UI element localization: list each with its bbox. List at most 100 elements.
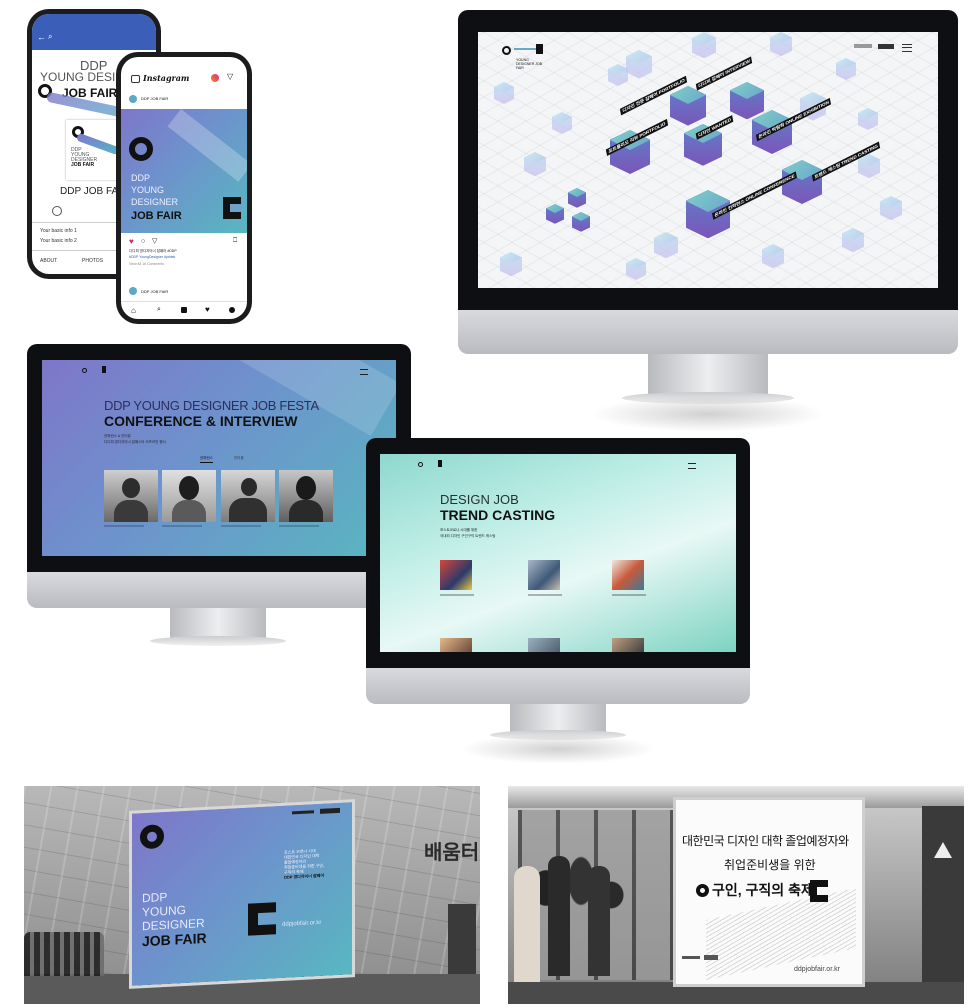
billboard-1-date bbox=[292, 810, 314, 815]
messenger-icon[interactable] bbox=[52, 206, 62, 216]
send-icon[interactable]: ▽ bbox=[227, 72, 233, 81]
trend-caption-1 bbox=[440, 594, 474, 612]
share-icon[interactable]: ▽ bbox=[152, 237, 157, 245]
post-account-name-2[interactable]: DDP JOB FAIR bbox=[141, 289, 168, 294]
monitor-2-title-1: DDP YOUNG DESIGNER JOB FESTA bbox=[104, 398, 319, 413]
reels-icon[interactable] bbox=[181, 307, 187, 313]
tab-conference[interactable]: 컨퍼런스 bbox=[200, 456, 213, 463]
monitor-3-hamburger-icon[interactable] bbox=[688, 463, 696, 469]
speaker-caption-2 bbox=[162, 525, 202, 539]
monitor-2-title-2: CONFERENCE & INTERVIEW bbox=[104, 413, 298, 429]
logo-swoosh bbox=[514, 48, 536, 50]
lang-toggle[interactable] bbox=[878, 44, 894, 49]
monitor-2-foot bbox=[150, 636, 286, 646]
comment-icon[interactable]: ○ bbox=[141, 238, 145, 245]
monitor-1-shadow bbox=[590, 396, 826, 432]
floor bbox=[508, 982, 964, 1004]
speaker-photo-2[interactable] bbox=[162, 470, 216, 522]
monitor-3-title-2: TREND CASTING bbox=[440, 507, 556, 523]
post-avatar bbox=[129, 95, 137, 103]
explore-icon[interactable]: ⌕ bbox=[157, 306, 161, 314]
billboard-1-copy: 포스트 코로나 시대 대한민국 디자인 대학 졸업예정자와 취업준비생을 위한 … bbox=[284, 846, 350, 880]
search-icon[interactable]: ⌕ bbox=[48, 32, 52, 42]
speaker-photo-3[interactable] bbox=[221, 470, 275, 522]
monitor-3-logo-bracket-icon bbox=[438, 460, 442, 467]
caption-line-2: #DDP YoungDesigner #jobfair bbox=[129, 255, 176, 259]
instagram-wordmark: Instagram bbox=[143, 73, 190, 83]
trend-thumb-1[interactable] bbox=[440, 560, 472, 590]
billboard-2: 대한민국 디자인 대학 졸업예정자와 취업준비생을 위한 구인, 구직의 축제 … bbox=[676, 800, 862, 984]
trend-thumb-4[interactable] bbox=[440, 638, 472, 652]
monitor-3-screen: DESIGN JOB TREND CASTING 포스트코로나 시대를 위한 국… bbox=[380, 454, 736, 652]
post-avatar-2 bbox=[129, 287, 137, 295]
trend-thumb-6[interactable] bbox=[612, 638, 644, 652]
speaker-caption-1 bbox=[104, 525, 144, 539]
bottom-nav: ⌂ ⌕ ♥ bbox=[121, 301, 247, 319]
kiosk bbox=[448, 904, 476, 974]
menu-line-icon bbox=[902, 47, 912, 48]
speaker-photo-1[interactable] bbox=[104, 470, 158, 522]
monitor-1-chin bbox=[458, 310, 958, 354]
logo-bracket-icon bbox=[536, 44, 543, 54]
monitor-3-sub-1: 포스트코로나 시대를 위한 bbox=[440, 528, 478, 532]
monitor-2-sub-2: 디디피 영디자이너 잡페스타 오프라인 행사 bbox=[104, 440, 166, 444]
trend-thumb-5[interactable] bbox=[528, 638, 560, 652]
activity-icon[interactable]: ♥ bbox=[205, 305, 210, 314]
trend-thumb-2[interactable] bbox=[528, 560, 560, 590]
billboard-1-ring-icon bbox=[140, 824, 164, 850]
profile-text: DDP YOUNG DESIGNER JOB FAIR bbox=[71, 147, 98, 168]
billboard-1-logo-mark bbox=[320, 807, 340, 814]
monitor-2-sub-1: 컨퍼런스 & 인터뷰 bbox=[104, 434, 131, 438]
warning-sign-icon bbox=[934, 842, 952, 858]
post-ring-icon bbox=[129, 137, 153, 161]
back-arrow-icon[interactable]: ← bbox=[37, 32, 46, 42]
monitor-3-sub-2: 국내외 디자인 구인구직 트렌드 캐스팅 bbox=[440, 534, 496, 538]
comments-link[interactable]: View All 16 Comments bbox=[129, 262, 164, 266]
billboard-1: DDP YOUNG DESIGNER JOB FAIR 포스트 코로나 시대 대… bbox=[132, 802, 352, 986]
billboard-1-line-1: DDP bbox=[142, 889, 168, 906]
phone-instagram-screen: Instagram ▽ DDP JOB FAIR DDP YOUNG DESIG… bbox=[121, 57, 247, 319]
igtv-icon[interactable] bbox=[211, 74, 219, 82]
bookmark-icon[interactable]: ⎕ bbox=[233, 237, 237, 245]
billboard-2-logo-mark bbox=[704, 955, 718, 960]
info-line-1: Your basic info 1 bbox=[40, 228, 77, 234]
billboard-2-date bbox=[682, 956, 700, 959]
trend-caption-2 bbox=[528, 594, 562, 612]
monitor-2-hamburger-icon[interactable] bbox=[360, 369, 368, 375]
speaker-caption-3 bbox=[221, 525, 261, 539]
post-logo-line-4: JOB FAIR bbox=[131, 210, 182, 222]
phone-instagram: Instagram ▽ DDP JOB FAIR DDP YOUNG DESIG… bbox=[116, 52, 252, 324]
billboard-2-bold: 구인, 구직의 축제 bbox=[712, 882, 814, 898]
camera-icon[interactable] bbox=[131, 75, 140, 83]
home-icon[interactable]: ⌂ bbox=[131, 306, 136, 315]
speaker-caption-4 bbox=[279, 525, 319, 539]
person-silhouette-3 bbox=[588, 866, 610, 976]
logo-ring-icon bbox=[502, 46, 511, 55]
tab-interview[interactable]: 인터뷰 bbox=[234, 456, 244, 461]
logo-text: YOUNG DESIGNER JOB FAIR bbox=[516, 58, 543, 70]
info-line-2: Your basic info 2 bbox=[40, 238, 77, 244]
post-logo-line-2: YOUNG bbox=[131, 185, 165, 195]
tab-about[interactable]: ABOUT bbox=[40, 258, 57, 264]
like-heart-icon[interactable]: ♥ bbox=[129, 237, 134, 246]
billboard-1-bold: JOB FAIR bbox=[142, 929, 207, 950]
right-pillar bbox=[922, 806, 964, 982]
billboard-1-bracket-mark bbox=[248, 902, 276, 936]
trend-caption-3 bbox=[612, 594, 646, 612]
billboard-2-ring-icon bbox=[696, 884, 709, 897]
hamburger-menu-icon[interactable] bbox=[902, 44, 912, 52]
post-account-name[interactable]: DDP JOB FAIR bbox=[141, 96, 168, 101]
profile-icon[interactable] bbox=[229, 307, 235, 313]
tab-photos[interactable]: PHOTOS bbox=[82, 258, 103, 264]
billboard-2-line-2: 취업준비생을 위한 bbox=[724, 858, 816, 872]
monitor-2-screen: DDP YOUNG DESIGNER JOB FESTA CONFERENCE … bbox=[42, 360, 396, 556]
monitor-3-shadow bbox=[460, 734, 656, 764]
post-swoosh bbox=[167, 109, 247, 182]
post-logo-line-3: DESIGNER bbox=[131, 197, 179, 207]
trend-thumb-3[interactable] bbox=[612, 560, 644, 590]
monitor-3-title-1: DESIGN JOB bbox=[440, 492, 519, 507]
speaker-photo-4[interactable] bbox=[279, 470, 333, 522]
post-image: DDP YOUNG DESIGNER JOB FAIR bbox=[121, 109, 247, 233]
billboard-2-url: ddpjobfair.or.kr bbox=[794, 966, 840, 973]
monitor-3-logo-ring-icon bbox=[418, 462, 423, 467]
